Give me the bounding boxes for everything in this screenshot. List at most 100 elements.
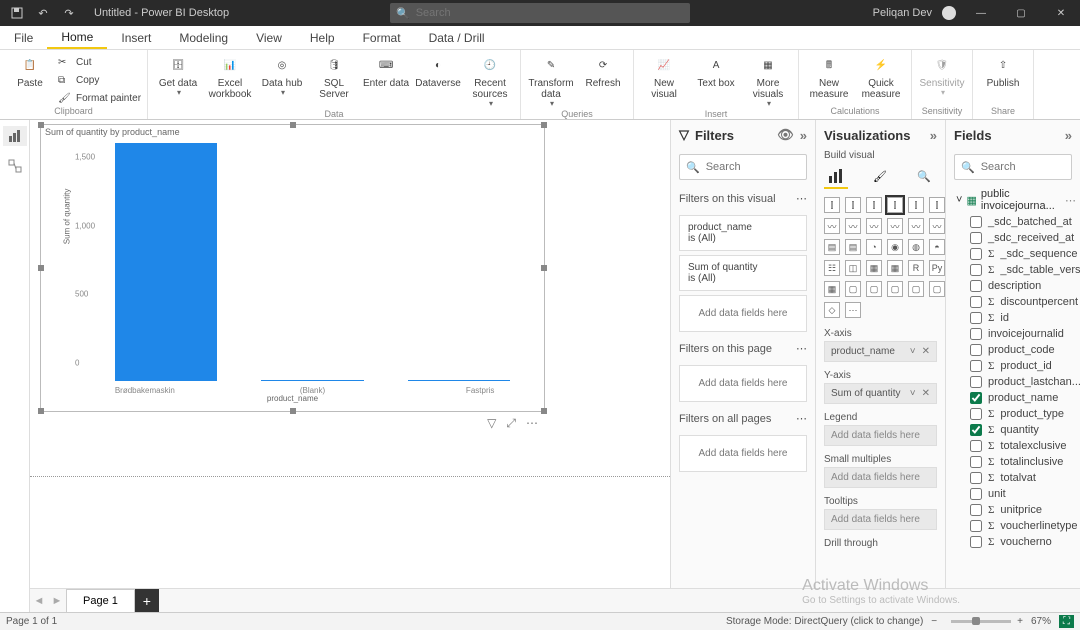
collapse-icon[interactable]: » — [930, 128, 937, 143]
field-row[interactable]: Σdiscountpercent — [946, 294, 1080, 310]
resize-handle[interactable] — [541, 265, 547, 271]
viz-type[interactable]: 〰 — [866, 218, 882, 234]
small-multiples-well[interactable]: Add data fields here — [824, 467, 937, 488]
viz-type[interactable]: ▤ — [845, 239, 861, 255]
redo-icon[interactable]: ↷ — [60, 4, 78, 22]
field-row[interactable]: description — [946, 278, 1080, 294]
minimize-button[interactable]: — — [966, 0, 996, 26]
viz-type[interactable]: ▢ — [887, 281, 903, 297]
field-row[interactable]: Σtotalvat — [946, 470, 1080, 486]
global-search[interactable]: 🔍 — [390, 3, 690, 23]
recent-sources-button[interactable]: 🕘Recent sources — [466, 52, 514, 109]
resize-handle[interactable] — [541, 408, 547, 414]
viz-type[interactable]: 〰 — [929, 218, 945, 234]
paste-button[interactable]: 📋Paste — [6, 52, 54, 89]
save-icon[interactable] — [8, 4, 26, 22]
field-checkbox[interactable] — [970, 536, 982, 548]
resize-handle[interactable] — [290, 122, 296, 128]
field-checkbox[interactable] — [970, 504, 982, 516]
zoom-in-button[interactable]: + — [1017, 616, 1023, 627]
new-measure-button[interactable]: 🖩New measure — [805, 52, 853, 100]
next-page-button[interactable]: ► — [48, 595, 66, 607]
field-row[interactable]: Σtotalexclusive — [946, 438, 1080, 454]
table-header[interactable]: ˅ ▦ public invoicejourna... ⋯ — [946, 186, 1080, 214]
page-tab[interactable]: Page 1 — [66, 589, 135, 612]
viz-type[interactable]: ◓ — [929, 239, 945, 255]
fields-search[interactable]: 🔍 — [954, 154, 1072, 180]
zoom-slider[interactable] — [951, 620, 1011, 623]
avatar[interactable] — [942, 6, 956, 20]
copy-button[interactable]: ⧉Copy — [58, 72, 141, 88]
more-icon[interactable]: ⋯ — [1065, 194, 1076, 207]
bar[interactable] — [408, 380, 510, 381]
filter-drop-visual[interactable]: Add data fields here — [679, 295, 807, 332]
viz-type[interactable]: ⫿ — [845, 197, 861, 213]
tab-data-drill[interactable]: Data / Drill — [415, 26, 499, 49]
viz-type[interactable]: 〰 — [908, 218, 924, 234]
filter-icon[interactable]: ▽ — [487, 416, 496, 431]
field-row[interactable]: Σ_sdc_table_version — [946, 262, 1080, 278]
tab-home[interactable]: Home — [47, 26, 107, 49]
eye-icon[interactable]: 👁 — [777, 127, 794, 143]
chart-visual[interactable]: Sum of quantity by product_name Sum of q… — [40, 124, 545, 412]
field-checkbox[interactable] — [970, 328, 982, 340]
resize-handle[interactable] — [38, 408, 44, 414]
viz-type[interactable]: ⫿ — [824, 197, 840, 213]
viz-type[interactable]: Py — [929, 260, 945, 276]
analytics-tab[interactable]: 🔍 — [912, 165, 936, 189]
field-checkbox[interactable] — [970, 360, 982, 372]
field-row[interactable]: Σ_sdc_sequence — [946, 246, 1080, 262]
report-view-button[interactable] — [3, 126, 27, 146]
collapse-icon[interactable]: » — [1065, 128, 1072, 143]
field-row[interactable]: Σvoucherno — [946, 534, 1080, 550]
field-row[interactable]: _sdc_batched_at — [946, 214, 1080, 230]
field-checkbox[interactable] — [970, 392, 982, 404]
format-painter-button[interactable]: 🖌Format painter — [58, 90, 141, 106]
filters-search[interactable]: 🔍 — [679, 154, 807, 180]
viz-type[interactable]: 〰 — [845, 218, 861, 234]
viz-type[interactable]: ▦ — [866, 260, 882, 276]
viz-type[interactable]: ◫ — [845, 260, 861, 276]
filter-card[interactable]: Sum of quantity is (All) — [679, 255, 807, 291]
close-button[interactable]: ✕ — [1046, 0, 1076, 26]
field-row[interactable]: Σproduct_type — [946, 406, 1080, 422]
field-checkbox[interactable] — [970, 296, 982, 308]
viz-type[interactable]: ◉ — [887, 239, 903, 255]
viz-type[interactable]: ▢ — [866, 281, 882, 297]
build-tab[interactable] — [824, 165, 848, 189]
field-checkbox[interactable] — [970, 440, 982, 452]
sql-button[interactable]: 🛢SQL Server — [310, 52, 358, 100]
chevron-down-icon[interactable]: ˅ — [910, 346, 916, 357]
viz-type[interactable]: 〰 — [887, 218, 903, 234]
viz-type[interactable]: ◔ — [866, 239, 882, 255]
viz-type[interactable]: ⋯ — [845, 302, 861, 318]
publish-button[interactable]: ⇧Publish — [979, 52, 1027, 89]
field-row[interactable]: Σvoucherlinetype — [946, 518, 1080, 534]
field-row[interactable]: Σtotalinclusive — [946, 454, 1080, 470]
filters-search-input[interactable] — [706, 161, 815, 173]
bar[interactable] — [261, 380, 363, 381]
filter-drop-all[interactable]: Add data fields here — [679, 435, 807, 472]
focus-mode-icon[interactable]: ⤢ — [506, 416, 516, 431]
zoom-out-button[interactable]: − — [931, 616, 937, 627]
user-name[interactable]: Peliqan Dev — [873, 7, 932, 19]
global-search-input[interactable] — [416, 7, 684, 19]
field-row[interactable]: _sdc_received_at — [946, 230, 1080, 246]
field-checkbox[interactable] — [970, 472, 982, 484]
refresh-button[interactable]: ⟳Refresh — [579, 52, 627, 89]
tab-view[interactable]: View — [242, 26, 296, 49]
tab-modeling[interactable]: Modeling — [165, 26, 242, 49]
resize-handle[interactable] — [38, 265, 44, 271]
get-data-button[interactable]: 🗄Get data — [154, 52, 202, 98]
field-row[interactable]: Σproduct_id — [946, 358, 1080, 374]
field-checkbox[interactable] — [970, 216, 982, 228]
field-checkbox[interactable] — [970, 248, 982, 260]
field-checkbox[interactable] — [970, 488, 982, 500]
prev-page-button[interactable]: ◄ — [30, 595, 48, 607]
undo-icon[interactable]: ↶ — [34, 4, 52, 22]
field-checkbox[interactable] — [970, 376, 982, 388]
more-options-icon[interactable]: ⋯ — [526, 416, 538, 431]
field-checkbox[interactable] — [970, 344, 982, 356]
transform-data-button[interactable]: ✎Transform data — [527, 52, 575, 109]
viz-type[interactable]: ⫿ — [887, 197, 903, 213]
